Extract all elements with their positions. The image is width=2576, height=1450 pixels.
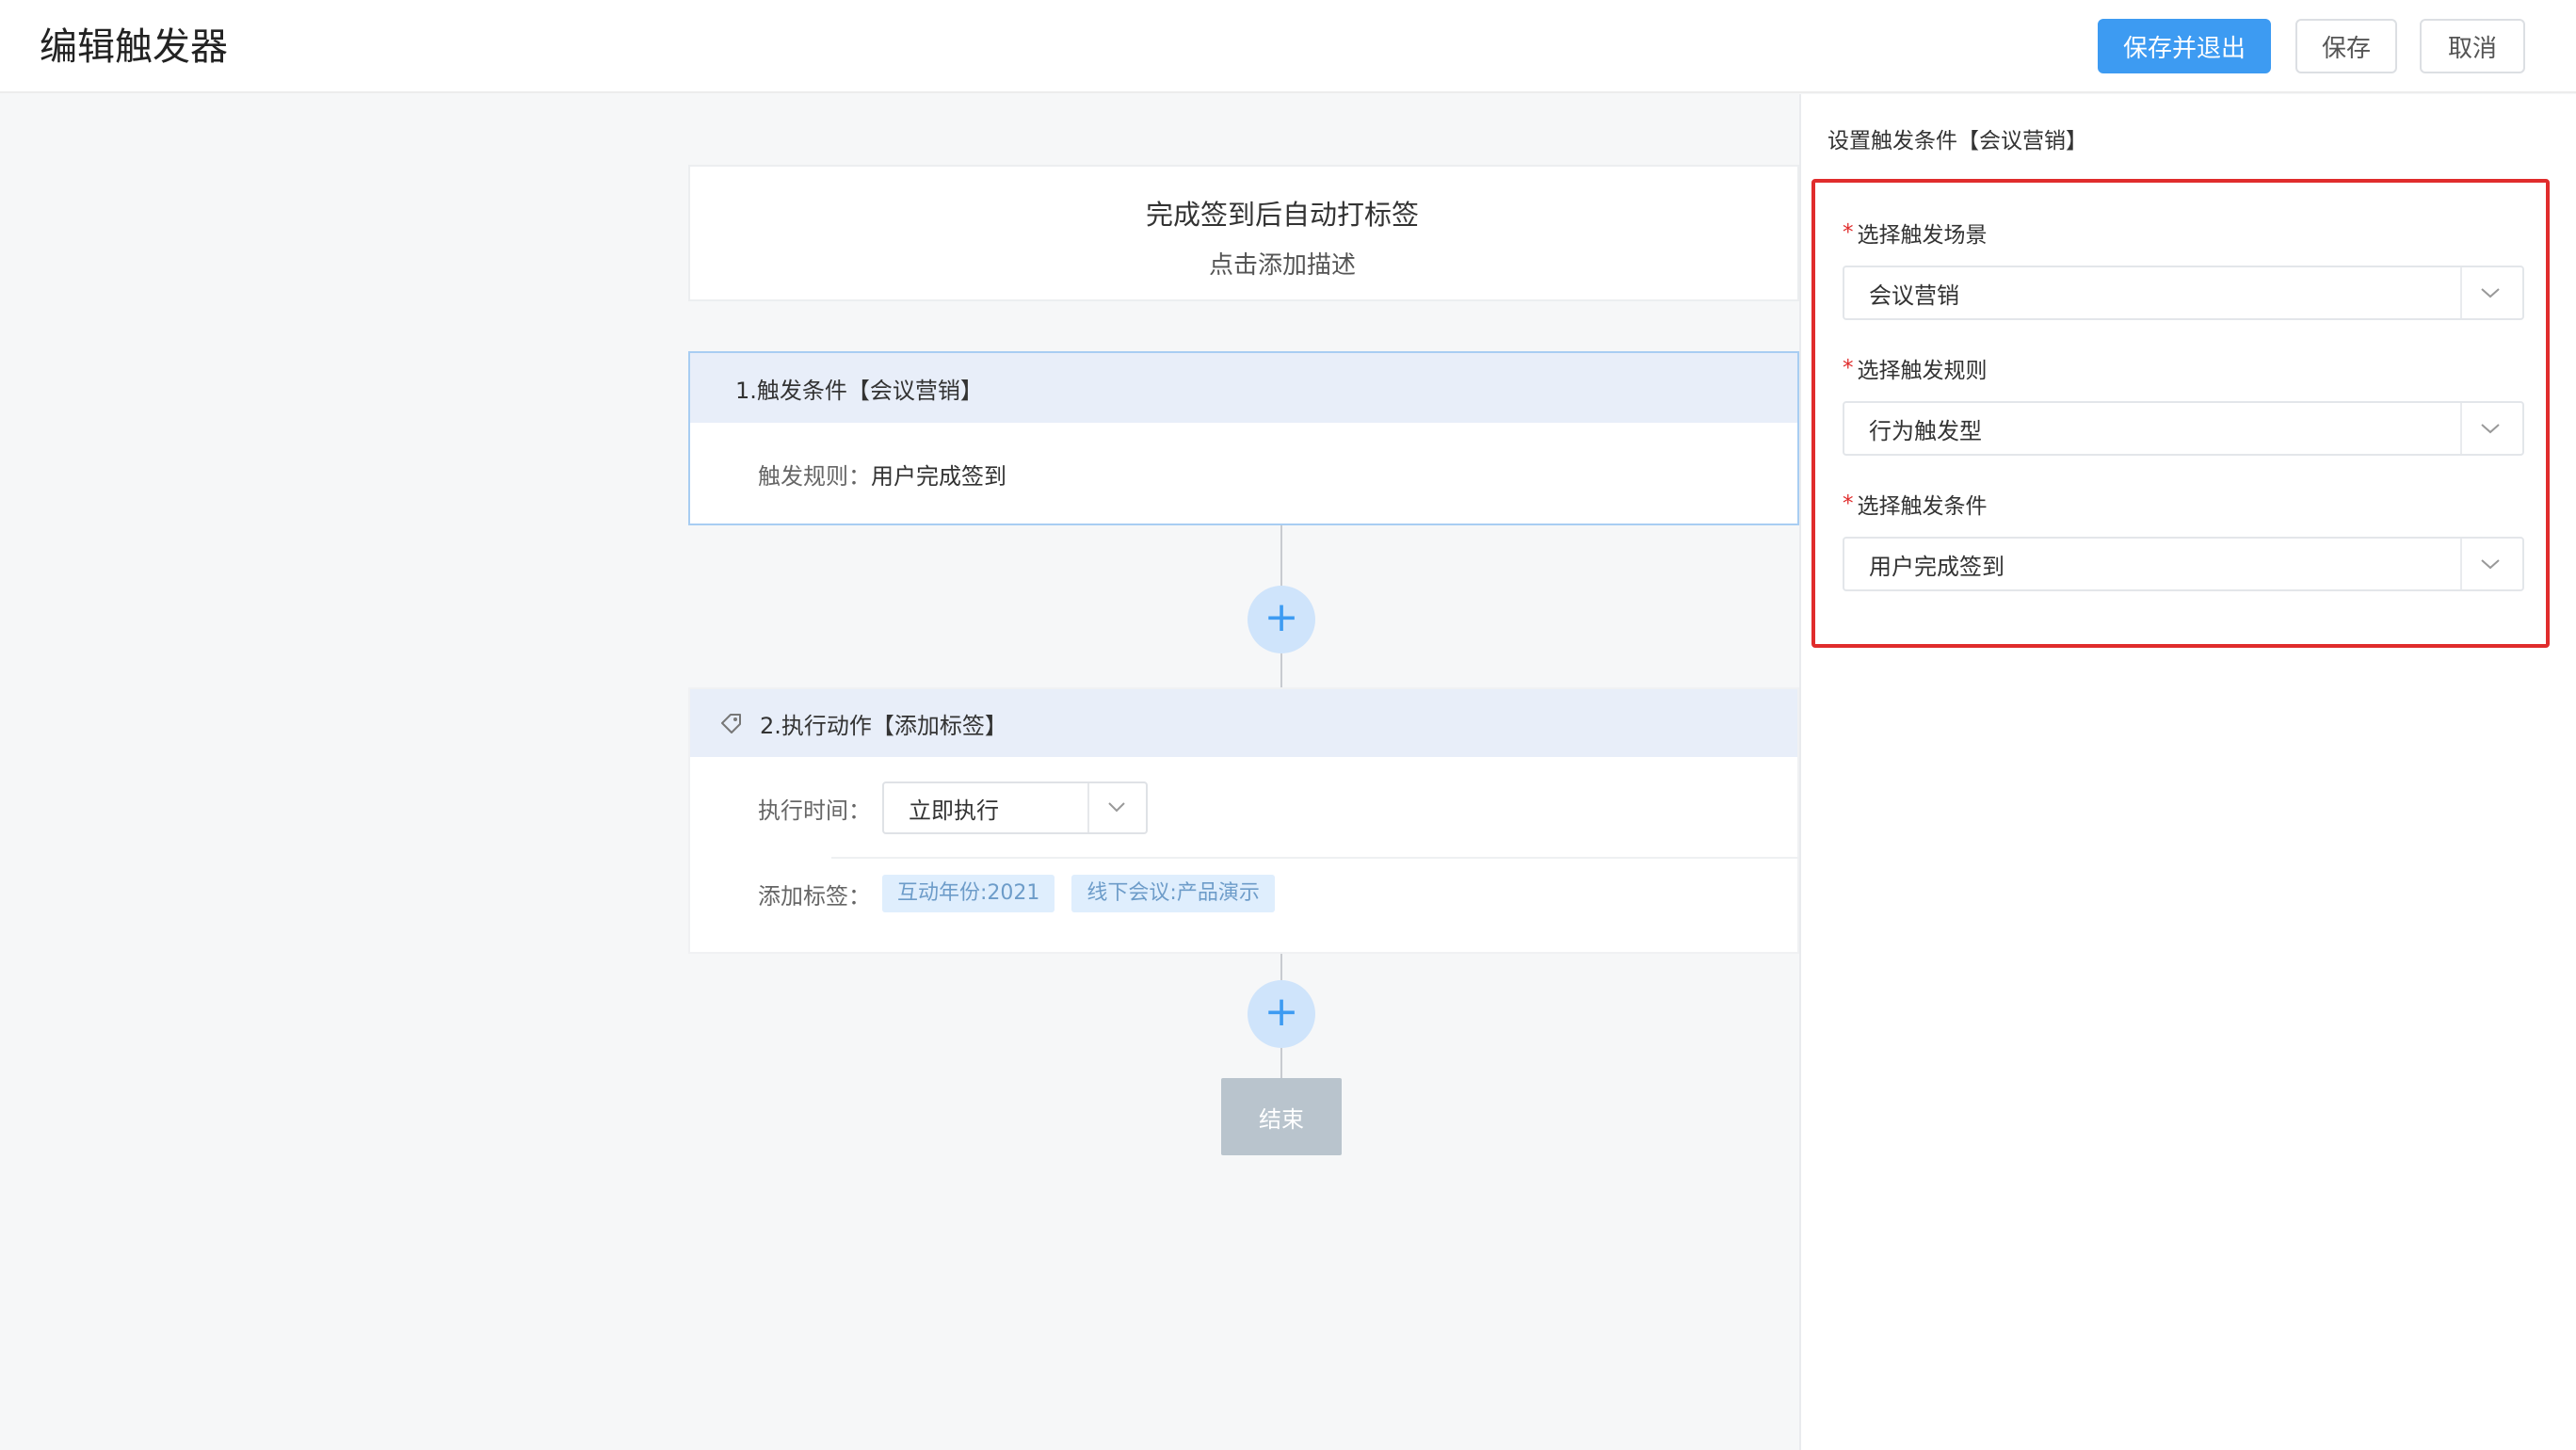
- flow-title[interactable]: 完成签到后自动打标签: [690, 193, 1875, 233]
- exec-time-row: 执行时间： 立即执行: [758, 781, 1148, 834]
- add-tags-label: 添加标签：: [758, 882, 871, 910]
- page-title: 编辑触发器: [40, 25, 228, 69]
- add-step-button[interactable]: +: [1248, 980, 1315, 1048]
- flow-description-hint[interactable]: 点击添加描述: [690, 246, 1875, 281]
- trigger-node-body: 触发规则： 用户完成签到: [690, 423, 1797, 525]
- trigger-rule-select[interactable]: 行为触发型: [1843, 401, 2524, 456]
- trigger-rule-field-label: * 选择触发规则: [1843, 352, 2524, 384]
- settings-panel: 设置触发条件【会议营销】 * 选择触发场景 会议营销 * 选择触发规则 行为触发…: [1799, 94, 2576, 1450]
- trigger-condition-value: 用户完成签到: [1869, 553, 2004, 580]
- connector-line: [1280, 653, 1282, 687]
- action-node-title: 2.执行动作【添加标签】: [760, 712, 1007, 739]
- trigger-scene-label-text: 选择触发场景: [1857, 223, 1988, 248]
- exec-time-select[interactable]: 立即执行: [882, 781, 1148, 834]
- flow-title-card[interactable]: 完成签到后自动打标签 点击添加描述: [688, 165, 1799, 301]
- trigger-scene-value: 会议营销: [1869, 282, 1959, 309]
- trigger-scene-field: * 选择触发场景 会议营销: [1843, 217, 2524, 320]
- chevron-down-icon: [2481, 424, 2500, 434]
- trigger-rule-label: 触发规则：: [758, 463, 871, 490]
- cancel-button[interactable]: 取消: [2420, 19, 2525, 73]
- chevron-down-icon: [2481, 559, 2500, 570]
- row-divider: [831, 857, 1801, 859]
- save-and-exit-button[interactable]: 保存并退出: [2098, 19, 2271, 73]
- trigger-rule-value: 用户完成签到: [871, 463, 1006, 490]
- action-node[interactable]: 2.执行动作【添加标签】 执行时间： 立即执行 添加标签： 互动年份:2021 …: [688, 687, 1801, 954]
- select-divider: [2460, 539, 2462, 589]
- trigger-condition-label: * 选择触发条件: [1843, 488, 2524, 520]
- action-node-heading: 2.执行动作【添加标签】: [690, 689, 1797, 757]
- add-tags-row: 添加标签： 互动年份:2021 线下会议:产品演示: [758, 875, 1275, 912]
- trigger-condition-select[interactable]: 用户完成签到: [1843, 537, 2524, 591]
- chevron-down-icon: [2481, 288, 2500, 298]
- trigger-rule-select-value: 行为触发型: [1869, 417, 1982, 444]
- required-mark: *: [1843, 220, 1854, 245]
- trigger-node-heading: 1.触发条件【会议营销】: [690, 353, 1797, 423]
- connector-line: [1280, 954, 1282, 982]
- add-step-button[interactable]: +: [1248, 586, 1315, 653]
- panel-title: 设置触发条件【会议营销】: [1827, 129, 2087, 153]
- connector-line: [1280, 525, 1282, 588]
- exec-time-label: 执行时间：: [758, 797, 871, 824]
- select-divider: [2460, 403, 2462, 454]
- top-header: 编辑触发器 保存并退出 保存 取消: [0, 0, 2576, 93]
- tag-icon: [721, 714, 741, 733]
- trigger-condition-label-text: 选择触发条件: [1857, 494, 1988, 519]
- exec-time-value: 立即执行: [909, 797, 999, 824]
- tag-chip[interactable]: 线下会议:产品演示: [1071, 875, 1275, 912]
- select-divider: [2460, 267, 2462, 318]
- select-divider: [1087, 783, 1089, 832]
- chevron-down-icon: [1108, 802, 1125, 813]
- required-mark: *: [1843, 356, 1854, 380]
- save-button[interactable]: 保存: [2295, 19, 2397, 73]
- required-mark: *: [1843, 491, 1854, 516]
- trigger-condition-field: * 选择触发条件 用户完成签到: [1843, 488, 2524, 591]
- trigger-condition-node[interactable]: 1.触发条件【会议营销】 触发规则： 用户完成签到: [688, 351, 1799, 525]
- trigger-scene-select[interactable]: 会议营销: [1843, 266, 2524, 320]
- tag-chip[interactable]: 互动年份:2021: [882, 875, 1055, 912]
- trigger-scene-label: * 选择触发场景: [1843, 217, 2524, 249]
- end-node: 结束: [1221, 1078, 1342, 1155]
- trigger-rule-field: * 选择触发规则 行为触发型: [1843, 352, 2524, 456]
- trigger-rule-label-text: 选择触发规则: [1857, 359, 1988, 383]
- connector-line: [1280, 1048, 1282, 1078]
